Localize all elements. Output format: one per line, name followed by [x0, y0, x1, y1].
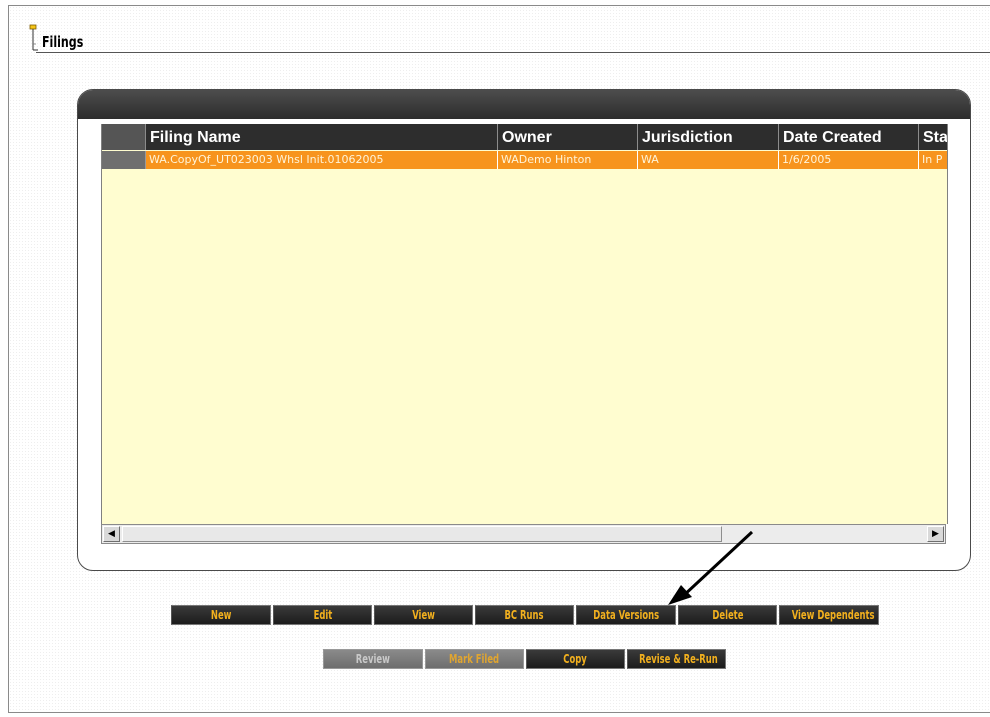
copy-button[interactable]: Copy	[526, 649, 625, 669]
view-button[interactable]: View	[374, 605, 473, 625]
horizontal-scrollbar[interactable]: ◀ ▶	[101, 524, 946, 544]
grid-corner-cell	[102, 124, 146, 150]
bc-runs-button[interactable]: BC Runs	[475, 605, 574, 625]
new-button[interactable]: New	[171, 605, 271, 625]
data-versions-button[interactable]: Data Versions	[576, 605, 676, 625]
row-selector[interactable]	[102, 151, 146, 169]
filings-icon	[29, 24, 38, 51]
mark-filed-button[interactable]: Mark Filed	[425, 649, 524, 669]
scroll-left-icon[interactable]: ◀	[103, 526, 120, 542]
cell-filing-name[interactable]: WA.CopyOf_UT023003 Whsl Init.01062005	[146, 151, 498, 169]
edit-button[interactable]: Edit	[273, 605, 372, 625]
column-header-date-created[interactable]: Date Created	[779, 124, 919, 150]
column-header-jurisdiction[interactable]: Jurisdiction	[638, 124, 779, 150]
column-header-filing-name[interactable]: Filing Name	[146, 124, 498, 150]
panel-header-bar	[78, 90, 970, 119]
cell-owner[interactable]: WADemo Hinton	[498, 151, 638, 169]
view-dependents-button[interactable]: View Dependents	[779, 605, 879, 625]
table-row[interactable]: WA.CopyOf_UT023003 Whsl Init.01062005 WA…	[102, 151, 947, 169]
cell-status[interactable]: In P	[919, 151, 947, 169]
scroll-right-icon[interactable]: ▶	[927, 526, 944, 542]
column-header-owner[interactable]: Owner	[498, 124, 638, 150]
title-divider	[36, 52, 990, 53]
filings-grid: Filing Name Owner Jurisdiction Date Crea…	[101, 124, 948, 524]
review-button[interactable]: Review	[323, 649, 423, 669]
column-header-status[interactable]: Sta	[919, 124, 947, 150]
delete-button[interactable]: Delete	[678, 605, 777, 625]
revise-rerun-button[interactable]: Revise & Re-Run	[627, 649, 726, 669]
page-title: Filings	[42, 33, 84, 51]
cell-date-created[interactable]: 1/6/2005	[779, 151, 919, 169]
scrollbar-thumb[interactable]	[122, 526, 722, 542]
cell-jurisdiction[interactable]: WA	[638, 151, 779, 169]
